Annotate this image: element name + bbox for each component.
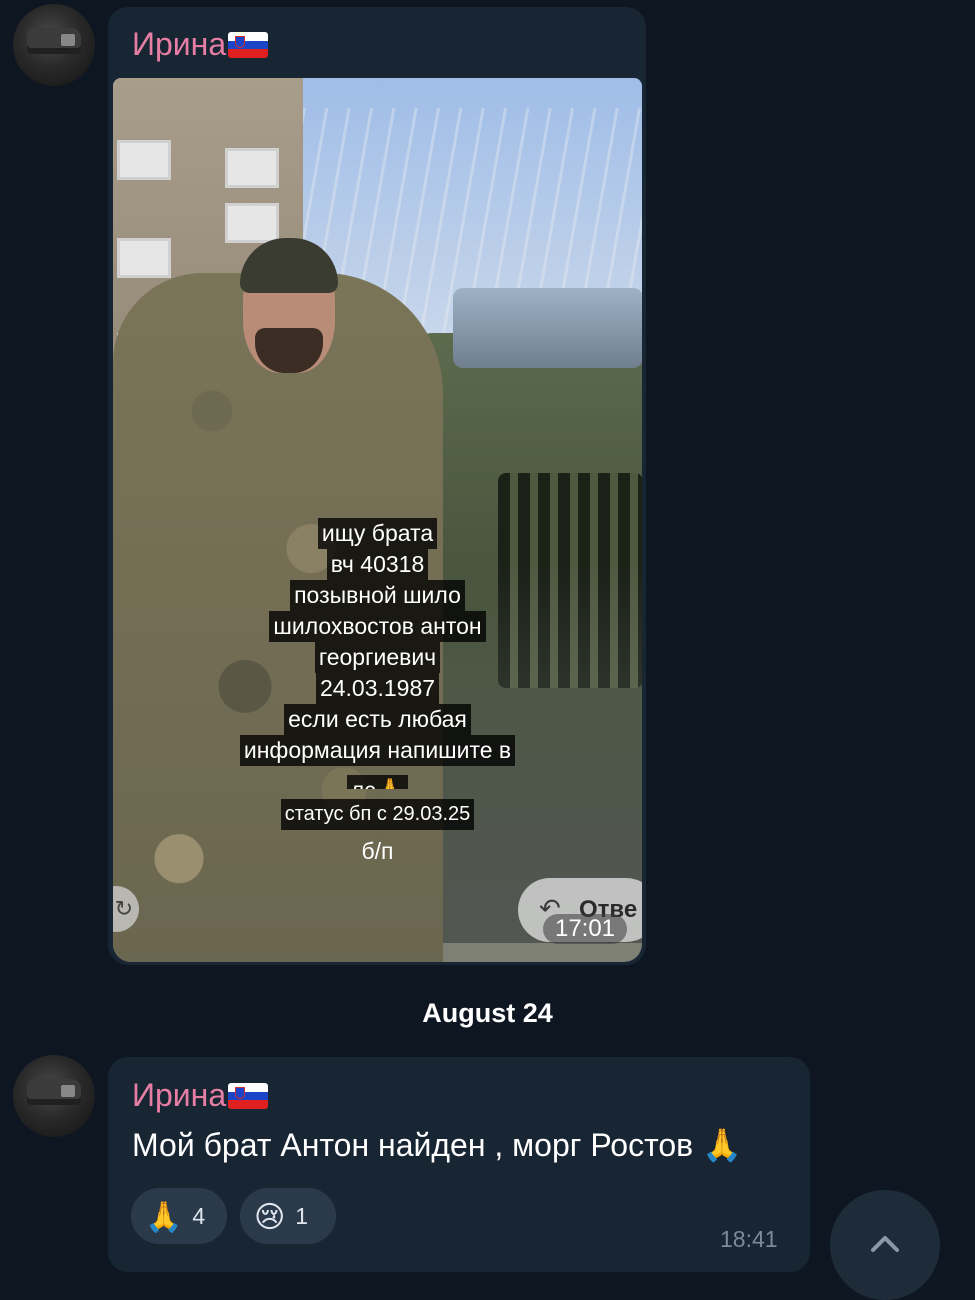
overlay-line: б/п bbox=[361, 838, 394, 864]
overlay-line: ищу брата bbox=[317, 518, 438, 549]
overlay-line: позывной шило bbox=[290, 580, 465, 611]
pray-emoji-icon: 🙏 bbox=[145, 1201, 183, 1234]
overlay-line: лс🙏 bbox=[346, 775, 409, 789]
chevron-up-icon bbox=[871, 1236, 899, 1252]
sender-name[interactable]: Ирина bbox=[132, 26, 269, 63]
reaction-count: 1 bbox=[295, 1203, 309, 1229]
scroll-up-button[interactable] bbox=[830, 1190, 940, 1300]
message-text: Мой брат Антон найден , морг Ростов 🙏 bbox=[132, 1127, 742, 1163]
reaction-crying[interactable]: 😢 1 bbox=[240, 1188, 336, 1244]
date-separator: August 24 bbox=[422, 998, 553, 1028]
message-timestamp: 18:41 bbox=[720, 1226, 778, 1252]
photo-truck-windshield bbox=[453, 288, 642, 368]
photo-overlay-text: ищу брата вч 40318 позывной шило шилохво… bbox=[113, 518, 642, 867]
avatar-car-image bbox=[27, 28, 81, 54]
reaction-count: 4 bbox=[192, 1203, 206, 1229]
slovenia-flag-icon bbox=[228, 32, 269, 58]
overlay-line: вч 40318 bbox=[326, 549, 429, 580]
slovenia-flag-icon bbox=[228, 1083, 269, 1109]
sender-avatar[interactable] bbox=[13, 1055, 95, 1137]
overlay-line: если есть любая bbox=[284, 704, 471, 735]
sender-avatar[interactable] bbox=[13, 4, 95, 86]
overlay-line: георгиевич bbox=[314, 642, 441, 673]
reaction-pray[interactable]: 🙏 4 bbox=[131, 1188, 227, 1244]
crying-emoji-icon: 😢 bbox=[254, 1201, 286, 1234]
sender-name[interactable]: Ирина bbox=[132, 1077, 269, 1114]
photo-timestamp: 17:01 bbox=[543, 914, 627, 944]
overlay-line: информация напишите в bbox=[239, 735, 516, 766]
overlay-line: статус бп с 29.03.25 bbox=[280, 799, 475, 830]
avatar-car-image bbox=[27, 1079, 81, 1105]
overlay-line: шилохвостов антон bbox=[269, 611, 486, 642]
message-photo[interactable]: ищу брата вч 40318 позывной шило шилохво… bbox=[113, 78, 642, 962]
overlay-line: 24.03.1987 bbox=[315, 673, 440, 704]
